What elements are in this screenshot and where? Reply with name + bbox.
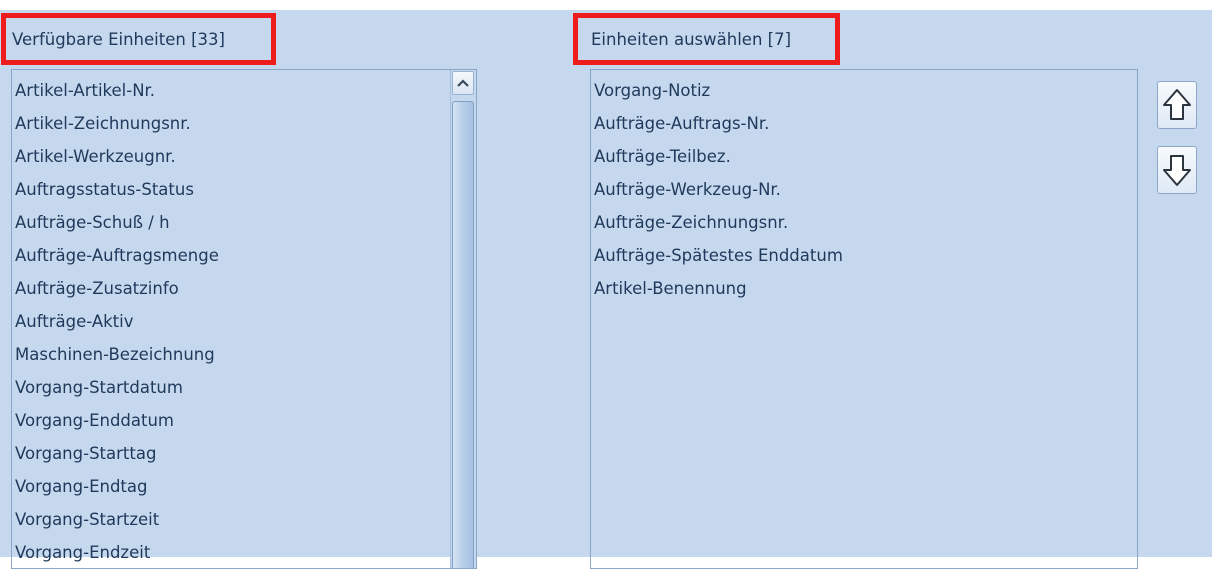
- list-item[interactable]: Vorgang-Endzeit: [15, 536, 476, 568]
- list-item[interactable]: Aufträge-Zusatzinfo: [15, 272, 476, 305]
- list-item[interactable]: Vorgang-Endtag: [15, 470, 476, 503]
- list-item[interactable]: Artikel-Werkzeugnr.: [15, 140, 476, 173]
- available-units-title: Verfügbare Einheiten [33]: [12, 30, 225, 49]
- selected-units-list[interactable]: Vorgang-Notiz Aufträge-Auftrags-Nr. Aufträ…: [590, 69, 1138, 569]
- list-item[interactable]: Aufträge-Werkzeug-Nr.: [594, 173, 1137, 206]
- available-units-items: Artikel-Artikel-Nr. Artikel-Zeichnungsnr.…: [15, 74, 476, 568]
- list-item[interactable]: Aufträge-Zeichnungsnr.: [594, 206, 1137, 239]
- list-item[interactable]: Auftragsstatus-Status: [15, 173, 476, 206]
- list-item[interactable]: Vorgang-Startdatum: [15, 371, 476, 404]
- list-item[interactable]: Vorgang-Starttag: [15, 437, 476, 470]
- list-item[interactable]: Artikel-Benennung: [594, 272, 1137, 305]
- list-item[interactable]: Aufträge-Auftrags-Nr.: [594, 107, 1137, 140]
- move-down-button[interactable]: [1157, 146, 1197, 194]
- scroll-thumb[interactable]: [452, 101, 474, 568]
- arrow-up-icon: [1163, 89, 1191, 120]
- selected-units-title: Einheiten auswählen [7]: [591, 30, 792, 49]
- arrow-down-icon: [1163, 155, 1191, 186]
- scroll-up-button[interactable]: [452, 71, 474, 95]
- list-item[interactable]: Aufträge-Schuß / h: [15, 206, 476, 239]
- available-units-scrollbar[interactable]: [450, 70, 476, 568]
- list-item[interactable]: Aufträge-Aktiv: [15, 305, 476, 338]
- list-item[interactable]: Vorgang-Enddatum: [15, 404, 476, 437]
- list-item[interactable]: Artikel-Zeichnungsnr.: [15, 107, 476, 140]
- chevron-up-icon: [457, 79, 469, 87]
- list-item[interactable]: Vorgang-Startzeit: [15, 503, 476, 536]
- selected-units-items: Vorgang-Notiz Aufträge-Auftrags-Nr. Aufträ…: [594, 74, 1137, 305]
- move-up-button[interactable]: [1157, 81, 1197, 129]
- list-item[interactable]: Vorgang-Notiz: [594, 74, 1137, 107]
- list-item[interactable]: Aufträge-Spätestes Enddatum: [594, 239, 1137, 272]
- list-item[interactable]: Maschinen-Bezeichnung: [15, 338, 476, 371]
- available-units-list[interactable]: Artikel-Artikel-Nr. Artikel-Zeichnungsnr.…: [11, 69, 477, 569]
- list-item[interactable]: Artikel-Artikel-Nr.: [15, 74, 476, 107]
- list-item[interactable]: Aufträge-Auftragsmenge: [15, 239, 476, 272]
- list-item[interactable]: Aufträge-Teilbez.: [594, 140, 1137, 173]
